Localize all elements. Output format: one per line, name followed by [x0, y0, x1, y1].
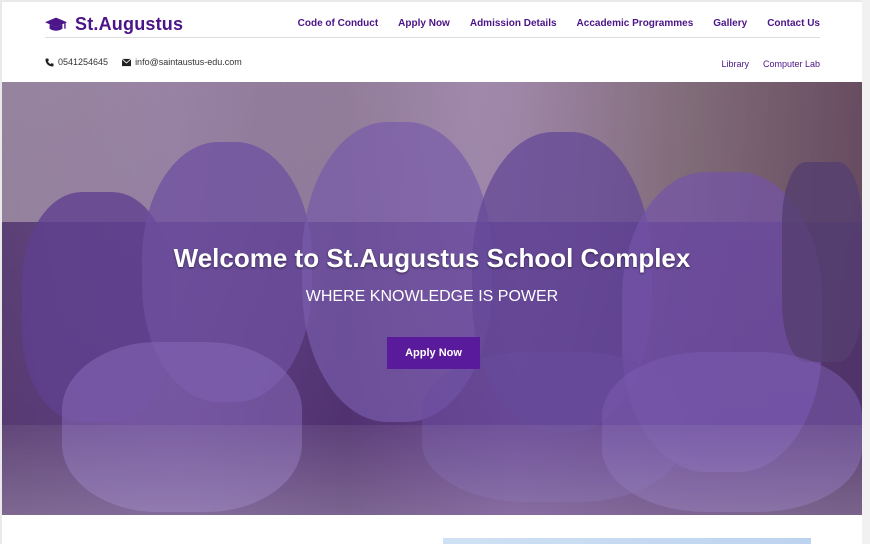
phone-icon	[45, 57, 54, 67]
contact-bar: 0541254645 info@saintaustus-edu.com	[45, 57, 242, 67]
hero-apply-now-button[interactable]: Apply Now	[387, 337, 480, 369]
header-divider	[45, 37, 820, 38]
window-top-border	[0, 0, 870, 2]
content-image-preview	[443, 538, 811, 544]
nav-item-gallery[interactable]: Gallery	[713, 18, 747, 29]
nav-item-code-of-conduct[interactable]: Code of Conduct	[298, 18, 379, 29]
main-nav: Code of Conduct Apply Now Admission Deta…	[298, 18, 820, 29]
envelope-icon	[122, 58, 132, 66]
nav-item-academic-programmes[interactable]: Accademic Programmes	[577, 18, 694, 29]
secondary-nav: Library Computer Lab	[721, 59, 820, 69]
hero-title: Welcome to St.Augustus School Complex	[173, 243, 691, 273]
contact-phone: 0541254645	[45, 57, 108, 67]
contact-email: info@saintaustus-edu.com	[122, 57, 242, 67]
brand-logo[interactable]: St.Augustus	[45, 14, 183, 35]
vertical-scrollbar[interactable]	[862, 0, 870, 544]
nav-item-apply-now[interactable]: Apply Now	[398, 18, 450, 29]
graduation-cap-icon	[45, 17, 67, 31]
phone-number: 0541254645	[58, 57, 109, 67]
email-address[interactable]: info@saintaustus-edu.com	[135, 57, 242, 67]
brand-name: St.Augustus	[75, 14, 184, 34]
hero-banner: Welcome to St.Augustus School Complex WH…	[2, 82, 862, 515]
hero-subtitle: WHERE KNOWLEDGE IS POWER	[305, 288, 559, 305]
nav-item-admission-details[interactable]: Admission Details	[470, 18, 557, 29]
subnav-item-computer-lab[interactable]: Computer Lab	[763, 59, 820, 69]
subnav-item-library[interactable]: Library	[721, 59, 749, 69]
nav-item-contact-us[interactable]: Contact Us	[767, 18, 820, 29]
